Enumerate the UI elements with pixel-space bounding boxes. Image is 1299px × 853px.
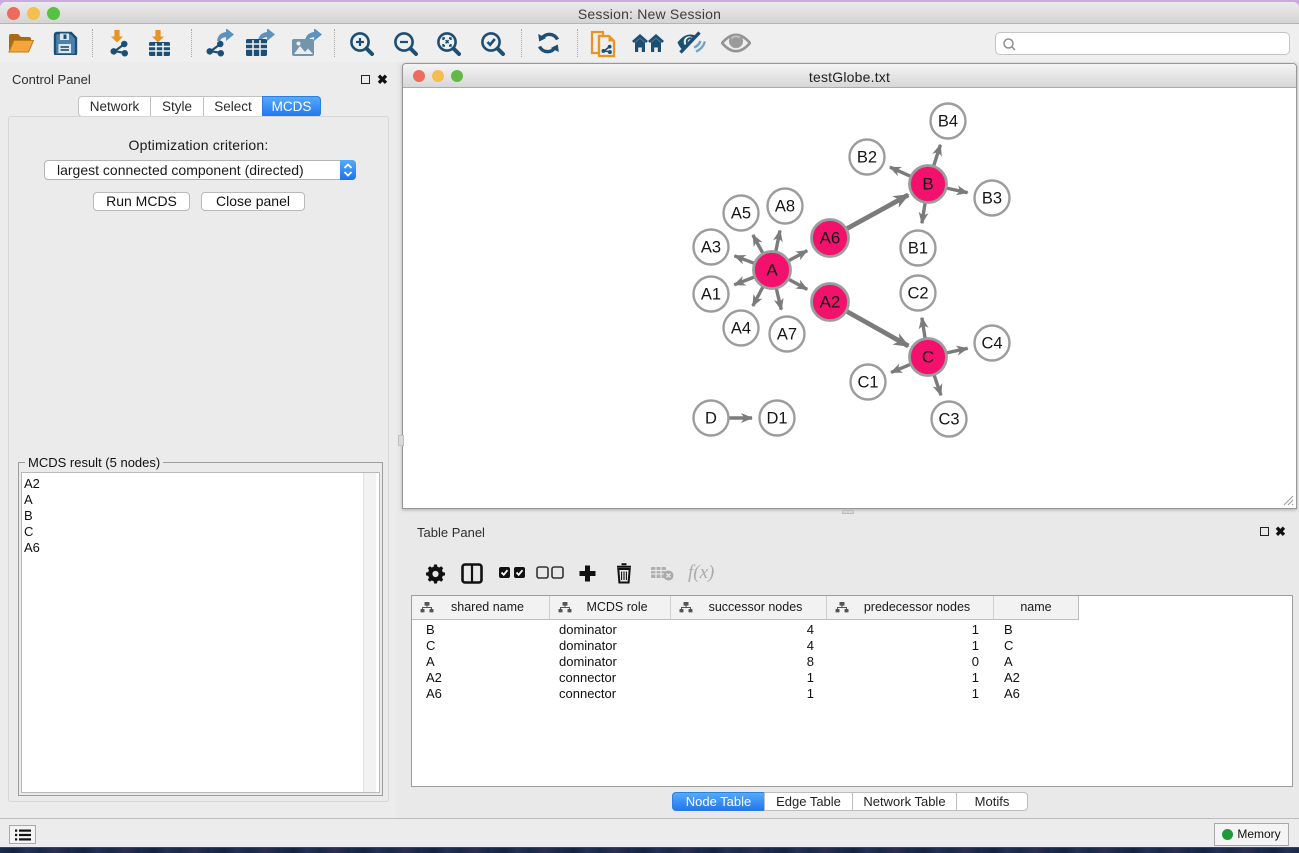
svg-text:B3: B3	[982, 190, 1002, 208]
svg-text:A2: A2	[820, 293, 841, 312]
svg-text:B1: B1	[908, 240, 928, 258]
svg-text:C: C	[922, 348, 934, 367]
svg-text:A: A	[766, 261, 778, 280]
svg-text:A4: A4	[731, 320, 751, 338]
svg-text:A3: A3	[701, 239, 721, 257]
svg-text:A7: A7	[777, 326, 797, 344]
svg-text:A1: A1	[701, 286, 721, 304]
svg-text:C2: C2	[907, 285, 928, 303]
svg-text:B4: B4	[938, 113, 958, 131]
svg-text:A6: A6	[820, 229, 841, 248]
svg-text:B2: B2	[857, 149, 877, 167]
svg-text:C4: C4	[981, 335, 1002, 353]
svg-text:C1: C1	[857, 374, 878, 392]
svg-text:D1: D1	[766, 410, 787, 428]
svg-text:A8: A8	[775, 198, 795, 216]
svg-text:D: D	[705, 410, 717, 428]
svg-text:A5: A5	[731, 205, 751, 223]
svg-text:B: B	[922, 175, 933, 194]
svg-text:C3: C3	[938, 411, 959, 429]
